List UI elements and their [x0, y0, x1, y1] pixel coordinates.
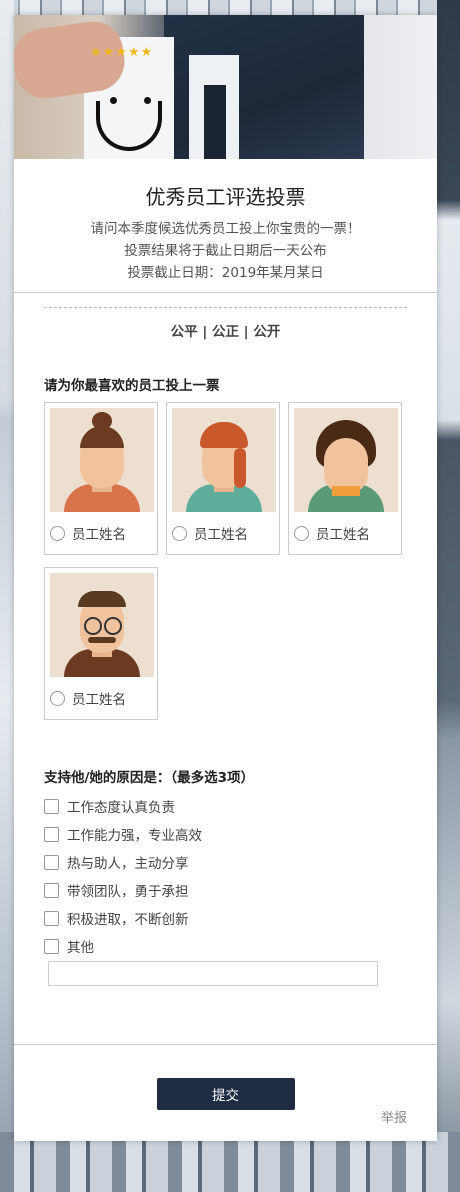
checkbox-option[interactable]: 积极进取，不断创新 — [44, 904, 437, 932]
question-reason-label: 支持他/她的原因是：（最多选3项） — [44, 770, 255, 786]
checkbox-label: 其他 — [67, 940, 94, 956]
checkbox[interactable] — [44, 910, 59, 926]
candidate-option[interactable]: 员工姓名 — [44, 402, 158, 555]
radio-row: 员工姓名 — [50, 688, 152, 708]
description-line: 请问本季度候选优秀员工投上你宝贵的一票！ — [90, 221, 361, 237]
other-reason-input[interactable] — [48, 961, 378, 986]
checkbox-option[interactable]: 热与助人，主动分享 — [44, 848, 437, 876]
candidate-name: 员工姓名 — [316, 527, 370, 543]
mustache-icon — [88, 637, 116, 643]
page-title: 优秀员工评选投票 — [145, 185, 306, 209]
woman-redhair-avatar — [172, 408, 276, 512]
candidate-name: 员工姓名 — [194, 527, 248, 543]
candidate-name: 员工姓名 — [72, 692, 126, 708]
checkbox-option[interactable]: 工作态度认真负责 — [44, 792, 437, 820]
checkbox[interactable] — [44, 826, 59, 842]
radio-row: 员工姓名 — [50, 523, 152, 543]
man-mustache-avatar — [50, 573, 154, 677]
survey-card: ★★★★★ 优秀员工评选投票 请问本季度候选优秀员工投上你宝贵的一票！ 投票结果… — [14, 15, 437, 1141]
question-vote-label: 请为你最喜欢的员工投上一票 — [44, 378, 220, 394]
radio-row: 员工姓名 — [172, 523, 274, 543]
checkbox[interactable] — [44, 854, 59, 870]
woman-bob-avatar — [294, 408, 398, 512]
candidate-grid: 员工姓名 员工姓名 员工姓名 员工姓名 — [44, 402, 414, 732]
description-line: 投票截止日期：2019年某月某日 — [127, 265, 324, 281]
checkbox-option[interactable]: 工作能力强，专业高效 — [44, 820, 437, 848]
dashed-divider — [44, 307, 407, 308]
radio-button[interactable] — [50, 690, 65, 706]
glasses-icon — [84, 617, 102, 635]
checkbox[interactable] — [44, 882, 59, 898]
hero-banner: ★★★★★ — [14, 15, 437, 159]
radio-button[interactable] — [294, 525, 309, 541]
background-building-bottom — [0, 1132, 460, 1192]
reason-checkbox-list: 工作态度认真负责 工作能力强，专业高效 热与助人，主动分享 带领团队，勇于承担 … — [44, 792, 437, 960]
avatar-hair — [200, 422, 248, 448]
woman-bun-avatar — [50, 408, 154, 512]
rating-stars-icon: ★★★★★ — [90, 45, 154, 60]
survey-description: 请问本季度候选优秀员工投上你宝贵的一票！ 投票结果将于截止日期后一天公布 投票截… — [14, 218, 437, 284]
radio-button[interactable] — [50, 525, 65, 541]
motto: 公平 | 公正 | 公开 — [170, 324, 281, 340]
background-building-left — [0, 0, 14, 1192]
checkbox-label: 带领团队，勇于承担 — [67, 884, 189, 900]
divider — [14, 292, 437, 293]
radio-button[interactable] — [172, 525, 187, 541]
checkbox[interactable] — [44, 798, 59, 814]
checkbox-label: 热与助人，主动分享 — [67, 856, 189, 872]
checkbox-label: 工作态度认真负责 — [67, 800, 175, 816]
avatar-hair — [78, 591, 126, 607]
candidate-option[interactable]: 员工姓名 — [288, 402, 402, 555]
candidate-option[interactable]: 员工姓名 — [44, 567, 158, 720]
checkbox[interactable] — [44, 938, 59, 954]
candidate-option[interactable]: 员工姓名 — [166, 402, 280, 555]
hero-tie — [204, 85, 226, 159]
avatar-hair-bun — [92, 412, 112, 430]
divider — [14, 1044, 437, 1045]
avatar-hair-braid — [234, 448, 246, 488]
checkbox-label: 工作能力强，专业高效 — [67, 828, 202, 844]
candidate-name: 员工姓名 — [72, 527, 126, 543]
checkbox-option[interactable]: 带领团队，勇于承担 — [44, 876, 437, 904]
checkbox-option[interactable]: 其他 — [44, 932, 437, 960]
description-line: 投票结果将于截止日期后一天公布 — [124, 243, 327, 259]
checkbox-label: 积极进取，不断创新 — [67, 912, 189, 928]
radio-row: 员工姓名 — [294, 523, 396, 543]
background-building-right — [437, 0, 460, 1192]
report-link[interactable]: 举报 — [381, 1107, 407, 1126]
submit-button[interactable]: 提交 — [156, 1078, 295, 1110]
avatar-scarf — [332, 486, 360, 496]
glasses-icon — [104, 617, 122, 635]
